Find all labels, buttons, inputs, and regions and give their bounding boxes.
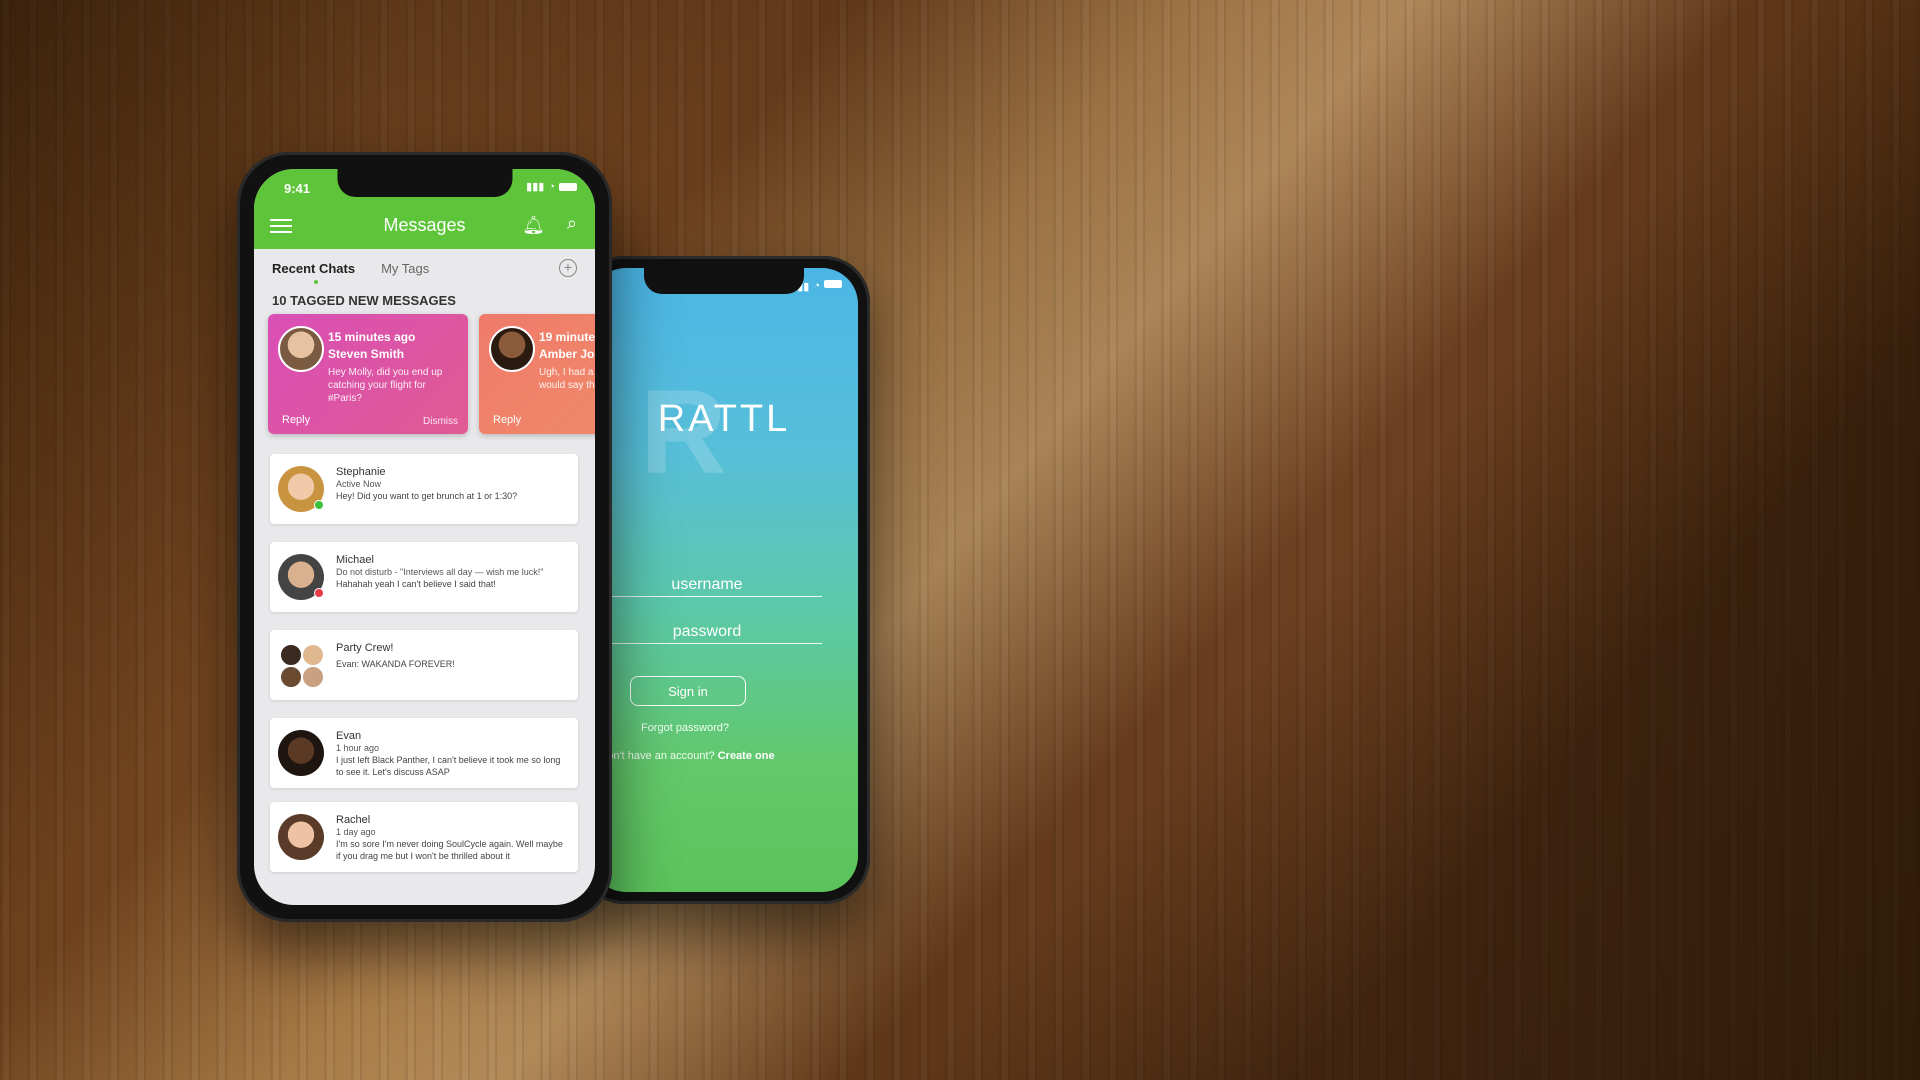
- reply-button[interactable]: Reply: [493, 414, 521, 426]
- forgot-password-link[interactable]: Forgot password?: [590, 722, 780, 734]
- battery-icon: [559, 182, 577, 191]
- status-icons: ▮▮▮ ◔: [526, 180, 577, 193]
- group-avatar: [278, 642, 324, 688]
- chat-subtitle: Active Now: [336, 479, 382, 489]
- chat-preview: Hey! Did you want to get brunch at 1 or …: [336, 491, 518, 501]
- chat-name: Evan: [336, 730, 362, 742]
- username-field[interactable]: username: [592, 576, 822, 597]
- wifi-icon: ◔: [813, 280, 820, 292]
- avatar: [278, 814, 324, 860]
- app-logo: RATTL: [657, 398, 791, 440]
- chat-row[interactable]: Michael Do not disturb - "Interviews all…: [270, 542, 578, 612]
- chat-row[interactable]: Party Crew! Evan: WAKANDA FOREVER!: [270, 630, 578, 700]
- tagged-message-card[interactable]: 15 minutes ago Steven Smith Hey Molly, d…: [268, 314, 468, 434]
- status-time: 9:41: [284, 181, 311, 196]
- no-account-text: Don't have an account?: [599, 750, 715, 762]
- login-screen: ▮▮▮ ◔ R RATTL username password Sign in …: [590, 268, 858, 892]
- card-sender: Steven Smith: [328, 347, 405, 361]
- search-icon[interactable]: ⌕: [567, 213, 577, 234]
- chat-name: Michael: [336, 554, 374, 566]
- reply-button[interactable]: Reply: [282, 414, 310, 426]
- chat-preview: Evan: WAKANDA FOREVER!: [336, 659, 455, 669]
- avatar: [489, 326, 535, 372]
- password-field[interactable]: password: [592, 623, 822, 644]
- card-time: 19 minute: [539, 330, 595, 344]
- tagged-message-card[interactable]: 19 minute Amber Jo Ugh, I had a would sa…: [479, 314, 595, 434]
- avatar: [278, 326, 324, 372]
- chat-subtitle: 1 day ago: [336, 827, 376, 837]
- online-status-icon: [314, 500, 324, 510]
- messages-screen: 9:41 ▮▮▮ ◔ Messages 🔔︎ ⌕ Recent Chats My…: [254, 169, 595, 905]
- create-account-link[interactable]: Create one: [718, 750, 775, 762]
- phone-login: ▮▮▮ ◔ R RATTL username password Sign in …: [578, 256, 870, 904]
- chat-name: Rachel: [336, 814, 371, 826]
- battery-icon: [824, 280, 842, 288]
- notch: [337, 169, 512, 197]
- plus-circle-icon[interactable]: +: [559, 259, 577, 277]
- bell-icon[interactable]: 🔔︎: [522, 215, 545, 236]
- card-time: 15 minutes ago: [328, 330, 416, 344]
- section-heading: 10 TAGGED NEW MESSAGES: [272, 293, 456, 308]
- avatar: [278, 730, 324, 776]
- chat-row[interactable]: Rachel 1 day ago I'm so sore I'm never d…: [270, 802, 578, 872]
- chat-preview: I just left Black Panther, I can't belie…: [336, 755, 561, 777]
- card-text: Ugh, I had a would say th: [539, 367, 595, 391]
- dismiss-button[interactable]: Dismiss: [423, 416, 458, 427]
- phone-messages: 9:41 ▮▮▮ ◔ Messages 🔔︎ ⌕ Recent Chats My…: [237, 152, 612, 922]
- chat-name: Stephanie: [336, 466, 386, 478]
- chat-subtitle: 1 hour ago: [336, 743, 380, 753]
- sign-in-button[interactable]: Sign in: [630, 676, 746, 706]
- chat-preview: I'm so sore I'm never doing SoulCycle ag…: [336, 839, 563, 861]
- app-header: Messages 🔔︎ ⌕: [254, 205, 595, 249]
- wifi-icon: ◔: [548, 180, 555, 193]
- tab-bar: Recent Chats My Tags: [272, 261, 429, 284]
- chat-name: Party Crew!: [336, 642, 394, 654]
- notch: [644, 268, 804, 294]
- signal-icon: ▮▮▮: [526, 181, 545, 193]
- chat-subtitle: Do not disturb - "Interviews all day — w…: [336, 567, 544, 577]
- tab-my-tags[interactable]: My Tags: [381, 261, 429, 276]
- chat-row[interactable]: Stephanie Active Now Hey! Did you want t…: [270, 454, 578, 524]
- card-sender: Amber Jo: [539, 347, 595, 361]
- signup-prompt: Don't have an account? Create one: [590, 750, 784, 762]
- card-text: Hey Molly, did you end up catching your …: [328, 367, 443, 404]
- chat-preview: Hahahah yeah I can't believe I said that…: [336, 579, 496, 589]
- chat-row[interactable]: Evan 1 hour ago I just left Black Panthe…: [270, 718, 578, 788]
- tab-recent-chats[interactable]: Recent Chats: [272, 261, 355, 284]
- busy-status-icon: [314, 588, 324, 598]
